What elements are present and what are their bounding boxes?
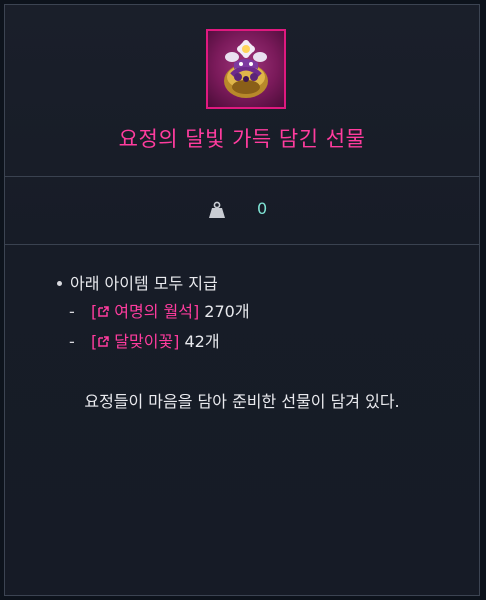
item-tooltip: 요정의 달빛 가득 담긴 선물 0 아래 아이템 모두 지급 -[여명의 월석]… — [4, 4, 480, 596]
item-icon — [206, 29, 286, 109]
external-link-icon — [98, 306, 109, 317]
item-description: 요정들이 마음을 담아 준비한 선물이 담겨 있다. — [84, 392, 400, 411]
weight-section: 0 — [5, 177, 479, 245]
contents-header: 아래 아이템 모두 지급 — [57, 270, 218, 294]
bullet-icon — [57, 281, 62, 286]
tooltip-body: 아래 아이템 모두 지급 -[여명의 월석] 270개 -[달맞이꽃] 42개 … — [5, 245, 479, 595]
weight-value: 0 — [257, 199, 268, 218]
weight-icon — [209, 201, 225, 218]
list-item: -[달맞이꽃] 42개 — [69, 332, 220, 351]
external-link-icon — [98, 336, 109, 347]
item-title: 요정의 달빛 가득 담긴 선물 — [118, 127, 366, 151]
flower-pot-gift-icon — [224, 40, 268, 98]
list-item: -[여명의 월석] 270개 — [69, 302, 250, 321]
tooltip-header: 요정의 달빛 가득 담긴 선물 — [5, 5, 479, 177]
item-link-evening-primrose[interactable]: [달맞이꽃] — [91, 332, 179, 351]
item-link-dawn-moonstone[interactable]: [여명의 월석] — [91, 302, 199, 321]
